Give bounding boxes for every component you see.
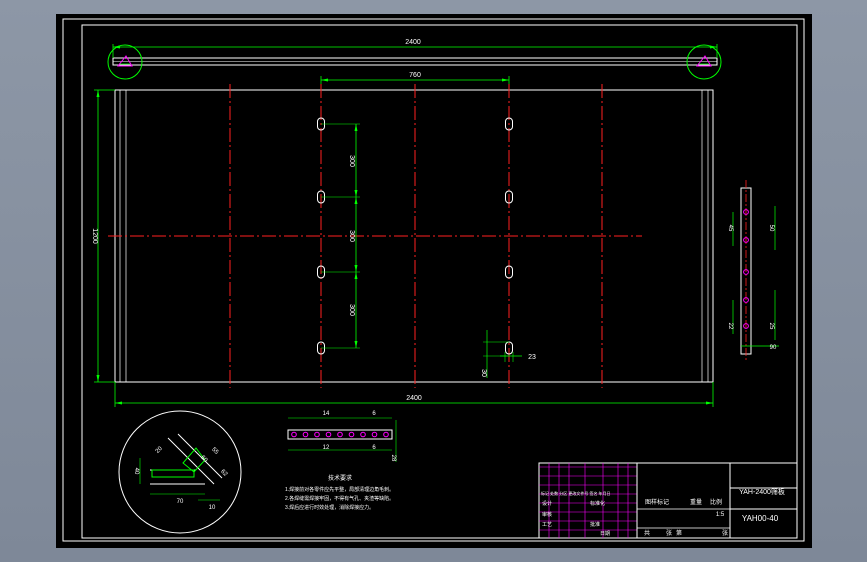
drawing-number: YAH00-40 [742,514,779,523]
cad-drawing-viewport[interactable]: 2400 760 1200 300 300 300 23 30 2400 45 … [0,0,867,562]
scale-value: 1:5 [716,512,725,518]
dim-text-760: 760 [409,72,421,79]
dim-text-50: 50 [768,225,774,232]
label-std: 标准化 [590,500,605,507]
label-mark: 图样标记 [645,498,669,506]
dim-text-300-c: 300 [348,304,355,316]
label-zhang: 张 [666,529,672,537]
drawing-background [56,14,812,548]
part-name: YAH-2400筛板 [739,487,785,496]
label-date: 日期 [600,531,610,537]
dim-text-22: 22 [727,323,733,330]
dim-text-300-a: 300 [348,155,355,167]
label-check: 审核 [542,511,552,518]
dim-text-14: 14 [323,411,330,417]
notes-title: 技术要求 [328,474,352,482]
label-zhang2: 张 [722,529,728,537]
dim-text-23: 23 [528,354,536,361]
label-weight: 重量 [690,498,702,506]
label-sheets: 共 [644,529,650,537]
label-process: 工艺 [542,522,552,528]
label-revision: 标记 处数 分区 更改文件号 签名 年月日 [541,490,611,496]
dim-text-12: 12 [323,445,330,451]
label-approve: 批准 [590,521,600,528]
dim-text-70: 70 [177,499,184,505]
dim-text-bottom-2400: 2400 [406,395,422,402]
dim-text-30: 30 [480,369,487,377]
dim-text-top-2400: 2400 [405,39,421,46]
notes-line-1: 1.焊接前对各零件应先平整，局部清理边角毛刺。 [285,486,394,493]
label-scale: 比例 [710,498,722,506]
dim-text-1200: 1200 [91,228,98,244]
dim-text-28: 28 [390,455,396,462]
dim-text-300-b: 300 [348,230,355,242]
notes-line-2: 2.各焊缝需焊接牢固，不得有气孔、夹渣等缺陷。 [285,495,394,502]
dim-text-90: 90 [770,345,777,351]
label-design: 设计 [542,500,552,507]
dim-text-40: 40 [133,468,139,475]
label-sheet: 第 [676,529,682,537]
dim-text-10: 10 [209,505,216,511]
notes-line-3: 3.焊后应进行时效处理，消除焊接应力。 [285,504,374,511]
dim-text-45: 45 [727,225,733,232]
dim-text-25: 25 [768,323,774,330]
